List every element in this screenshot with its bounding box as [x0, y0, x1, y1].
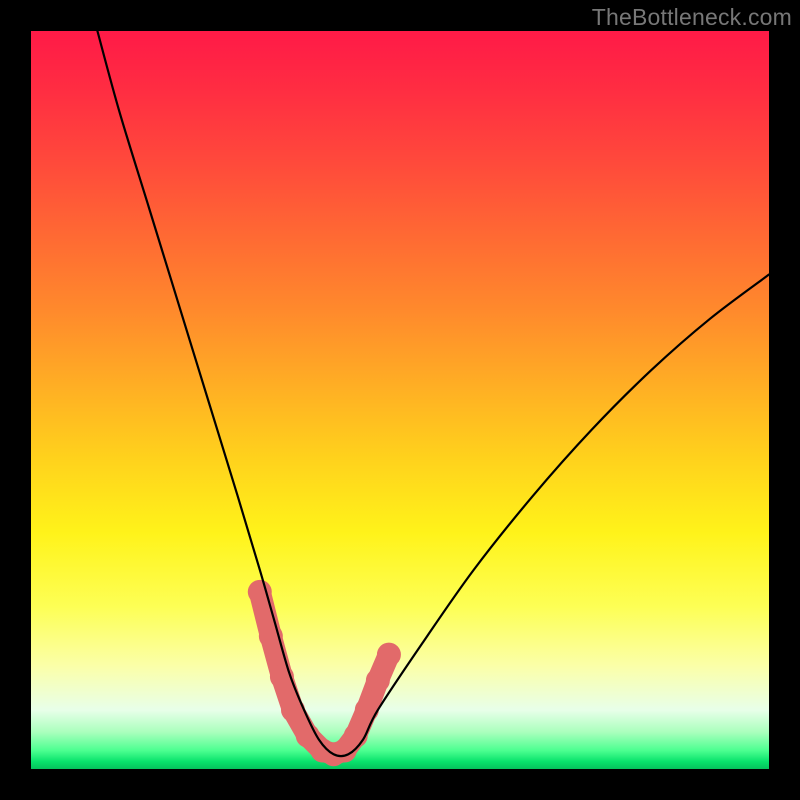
highlight-dot: [355, 698, 379, 722]
curve-path: [97, 31, 769, 756]
chart-svg: [31, 31, 769, 769]
watermark-text: TheBottleneck.com: [592, 4, 792, 31]
plot-area: [31, 31, 769, 769]
chart-frame: TheBottleneck.com: [0, 0, 800, 800]
highlight-dot: [366, 668, 390, 692]
highlight-dot: [377, 643, 401, 667]
